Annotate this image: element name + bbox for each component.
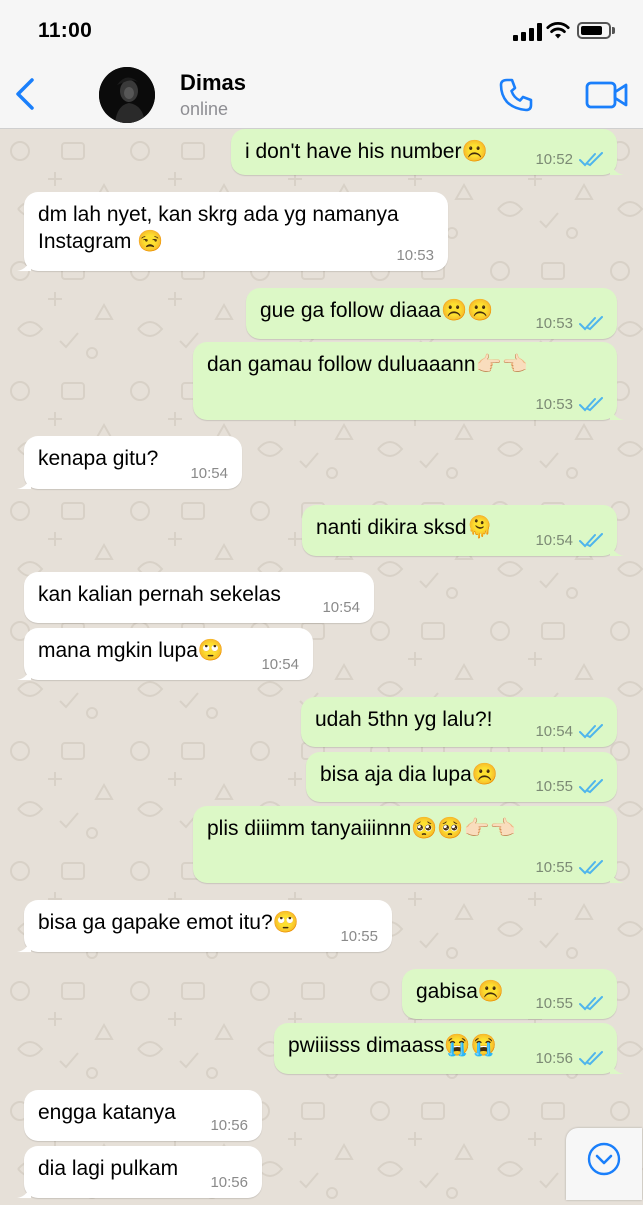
message-bubble-incoming[interactable]: kan kalian pernah sekelas 10:54: [24, 572, 374, 623]
back-button[interactable]: [8, 74, 44, 114]
message-time: 10:52: [535, 151, 573, 168]
read-receipt-icon: [579, 316, 603, 331]
message-time: 10:55: [535, 995, 573, 1012]
battery-icon: [577, 22, 611, 39]
message-bubble-outgoing[interactable]: udah 5thn yg lalu?! 10:54: [301, 697, 617, 747]
status-time: 11:00: [38, 19, 93, 42]
read-receipt-icon: [579, 397, 603, 412]
message-text: gabisa☹️: [416, 980, 505, 1003]
message-bubble-outgoing[interactable]: plis diiimm tanyaiiinnn🥺🥺👉🏻👈🏻 10:55: [193, 806, 624, 883]
status-bar: 11:00: [0, 0, 643, 60]
avatar-photo: [99, 67, 155, 123]
message-time: 10:54: [535, 532, 573, 549]
chat-area[interactable]: i don't have his number☹️ 10:52 dm lah n…: [0, 129, 643, 1200]
message-time: 10:56: [210, 1117, 248, 1134]
message-bubble-incoming[interactable]: dia lagi pulkam 10:56: [17, 1146, 262, 1198]
message-bubble-outgoing[interactable]: gabisa☹️ 10:55: [402, 969, 617, 1019]
message-time: 10:54: [261, 656, 299, 673]
wifi-icon: [546, 22, 570, 39]
contact-name[interactable]: Dimas: [180, 70, 246, 96]
read-receipt-icon: [579, 860, 603, 875]
message-bubble-incoming[interactable]: bisa ga gapake emot itu?🙄 10:55: [17, 900, 392, 952]
message-time: 10:54: [190, 465, 228, 482]
message-time: 10:55: [340, 928, 378, 945]
message-time: 10:53: [535, 315, 573, 332]
message-text: mana mgkin lupa🙄: [38, 639, 225, 662]
video-camera-icon: [585, 81, 628, 109]
message-time: 10:56: [535, 1050, 573, 1067]
message-bubble-outgoing[interactable]: i don't have his number☹️ 10:52: [231, 129, 624, 175]
message-time: 10:53: [535, 396, 573, 413]
message-time: 10:56: [210, 1174, 248, 1191]
read-receipt-icon: [579, 533, 603, 548]
message-text: plis diiimm tanyaiiinnn🥺🥺👉🏻👈🏻: [207, 817, 516, 840]
voice-call-button[interactable]: [498, 77, 534, 113]
cellular-signal-icon: [513, 23, 543, 41]
message-time: 10:54: [322, 599, 360, 616]
read-receipt-icon: [579, 152, 603, 167]
message-text: bisa ga gapake emot itu?🙄: [38, 911, 299, 934]
phone-icon: [499, 78, 533, 112]
message-bubble-incoming[interactable]: dm lah nyet, kan skrg ada yg namanya Ins…: [17, 192, 448, 271]
contact-status: online: [180, 99, 229, 119]
message-bubble-incoming[interactable]: engga katanya 10:56: [24, 1090, 262, 1141]
scroll-to-bottom-button[interactable]: [566, 1128, 642, 1200]
read-receipt-icon: [579, 1051, 603, 1066]
message-bubble-incoming[interactable]: kenapa gitu? 10:54: [17, 436, 242, 489]
message-text: dm lah nyet, kan skrg ada yg namanya Ins…: [38, 203, 405, 253]
chat-header: Dimas online: [0, 60, 643, 129]
message-bubble-outgoing[interactable]: pwiiisss dimaass😭😭 10:56: [274, 1023, 624, 1074]
read-receipt-icon: [579, 779, 603, 794]
avatar[interactable]: [99, 67, 155, 123]
chevron-down-circle-icon: [587, 1142, 621, 1176]
message-bubble-outgoing[interactable]: nanti dikira sksd🫠 10:54: [302, 505, 624, 556]
read-receipt-icon: [579, 724, 603, 739]
message-time: 10:55: [535, 859, 573, 876]
message-bubble-incoming[interactable]: mana mgkin lupa🙄 10:54: [17, 628, 313, 680]
message-time: 10:55: [535, 778, 573, 795]
chevron-left-icon: [16, 78, 34, 110]
message-bubble-outgoing[interactable]: bisa aja dia lupa☹️ 10:55: [306, 752, 617, 802]
video-call-button[interactable]: [585, 78, 629, 112]
read-receipt-icon: [579, 996, 603, 1011]
message-bubble-outgoing[interactable]: gue ga follow diaaa☹️☹️ 10:53: [246, 288, 617, 339]
message-text: dan gamau follow duluaaann👉🏻👈🏻: [207, 353, 528, 376]
message-text: kan kalian pernah sekelas: [38, 583, 281, 606]
message-bubble-outgoing[interactable]: dan gamau follow duluaaann👉🏻👈🏻 10:53: [193, 342, 624, 420]
message-time: 10:54: [535, 723, 573, 740]
message-time: 10:53: [396, 247, 434, 264]
